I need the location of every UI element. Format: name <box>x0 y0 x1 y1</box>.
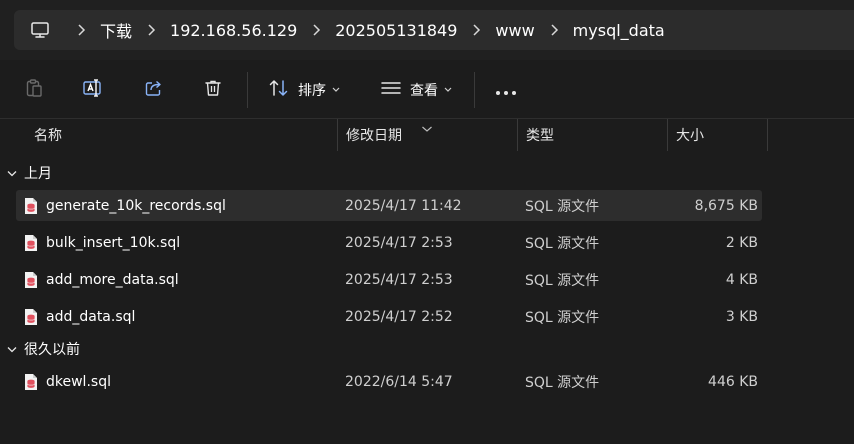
chevron-right-icon[interactable] <box>66 24 96 36</box>
column-type-label: 类型 <box>526 128 554 144</box>
title-bar: 下载 192.168.56.129 202505131849 www mysql… <box>0 0 854 60</box>
chevron-right-icon[interactable] <box>301 24 331 36</box>
file-type: SQL 源文件 <box>525 198 600 215</box>
rename-button[interactable] <box>75 74 111 106</box>
breadcrumb-item[interactable]: www <box>491 21 538 40</box>
breadcrumb-item[interactable]: 192.168.56.129 <box>166 21 301 40</box>
file-row[interactable]: add_data.sql 2025/4/17 2:52 SQL 源文件 3 KB <box>16 301 762 332</box>
chevron-right-icon[interactable] <box>539 24 569 36</box>
chevron-down-icon <box>332 87 340 93</box>
group-label: 上月 <box>24 166 52 182</box>
sort-button[interactable]: 排序 <box>264 74 344 106</box>
file-date: 2025/4/17 2:52 <box>345 308 453 325</box>
file-date: 2025/4/17 2:53 <box>345 271 453 288</box>
column-name-label: 名称 <box>34 128 62 144</box>
share-button[interactable] <box>136 74 172 106</box>
command-bar: 排序 查看 <box>0 60 854 119</box>
delete-button[interactable] <box>195 74 231 106</box>
sql-file-icon <box>25 373 37 390</box>
file-name: generate_10k_records.sql <box>46 197 226 214</box>
file-type: SQL 源文件 <box>525 272 600 289</box>
view-label: 查看 <box>410 83 438 99</box>
file-row[interactable]: bulk_insert_10k.sql 2025/4/17 2:53 SQL 源… <box>16 227 762 258</box>
monitor-icon[interactable] <box>14 10 66 50</box>
sort-label: 排序 <box>298 83 326 99</box>
group-header[interactable]: 上月 <box>0 160 52 186</box>
share-icon <box>144 78 164 102</box>
column-date-label: 修改日期 <box>346 128 402 144</box>
file-size: 2 KB <box>725 234 758 251</box>
file-name-cell: add_more_data.sql <box>24 264 179 295</box>
file-size: 446 KB <box>708 373 758 390</box>
trash-icon <box>203 78 223 102</box>
view-button[interactable]: 查看 <box>376 74 456 106</box>
breadcrumb-item[interactable]: 202505131849 <box>331 21 461 40</box>
address-bar[interactable]: 下载 192.168.56.129 202505131849 www mysql… <box>14 10 854 50</box>
column-type-header[interactable]: 类型 <box>518 119 666 151</box>
file-date: 2025/4/17 11:42 <box>345 197 462 214</box>
sql-file-icon <box>25 234 37 251</box>
breadcrumb-item[interactable]: mysql_data <box>569 21 669 40</box>
file-row[interactable]: add_more_data.sql 2025/4/17 2:53 SQL 源文件… <box>16 264 762 295</box>
file-size: 3 KB <box>725 308 758 325</box>
file-name: bulk_insert_10k.sql <box>46 234 181 251</box>
view-lines-icon <box>380 78 402 102</box>
file-name: dkewl.sql <box>46 373 111 390</box>
chevron-down-icon[interactable] <box>0 170 24 177</box>
file-size: 4 KB <box>725 271 758 288</box>
column-size-header[interactable]: 大小 <box>668 119 766 151</box>
sort-arrows-icon <box>268 78 290 102</box>
file-type: SQL 源文件 <box>525 374 600 391</box>
file-name: add_more_data.sql <box>46 271 179 288</box>
more-options-button[interactable] <box>488 74 524 106</box>
column-header: 名称 修改日期 类型 大小 <box>0 119 854 151</box>
chevron-right-icon[interactable] <box>136 24 166 36</box>
column-resize-handle[interactable] <box>767 119 768 151</box>
clipboard-icon <box>24 78 44 102</box>
chevron-down-icon[interactable] <box>0 346 24 353</box>
file-name-cell: bulk_insert_10k.sql <box>24 227 180 258</box>
file-row[interactable]: generate_10k_records.sql 2025/4/17 11:42… <box>16 190 762 221</box>
chevron-down-icon <box>444 87 452 93</box>
file-name: add_data.sql <box>46 308 136 325</box>
sql-file-icon <box>25 308 37 325</box>
sql-file-icon <box>25 271 37 288</box>
file-name-cell: dkewl.sql <box>24 366 111 397</box>
file-row[interactable]: dkewl.sql 2022/6/14 5:47 SQL 源文件 446 KB <box>16 366 762 397</box>
file-date: 2025/4/17 2:53 <box>345 234 453 251</box>
group-label: 很久以前 <box>24 342 80 358</box>
file-type: SQL 源文件 <box>525 309 600 326</box>
breadcrumb-item[interactable]: 下载 <box>96 18 136 42</box>
file-name-cell: generate_10k_records.sql <box>24 190 226 221</box>
sql-file-icon <box>25 197 37 214</box>
file-type: SQL 源文件 <box>525 235 600 252</box>
column-name-header[interactable]: 名称 <box>26 119 336 151</box>
column-date-header[interactable]: 修改日期 <box>338 119 516 151</box>
column-size-label: 大小 <box>676 128 704 144</box>
more-dots-icon <box>495 81 517 100</box>
group-header[interactable]: 很久以前 <box>0 336 80 362</box>
rename-icon <box>82 78 104 102</box>
file-size: 8,675 KB <box>694 197 758 214</box>
toolbar-divider <box>474 72 475 108</box>
file-name-cell: add_data.sql <box>24 301 135 332</box>
chevron-right-icon[interactable] <box>461 24 491 36</box>
paste-button[interactable] <box>16 74 52 106</box>
file-date: 2022/6/14 5:47 <box>345 373 453 390</box>
toolbar-divider <box>247 72 248 108</box>
